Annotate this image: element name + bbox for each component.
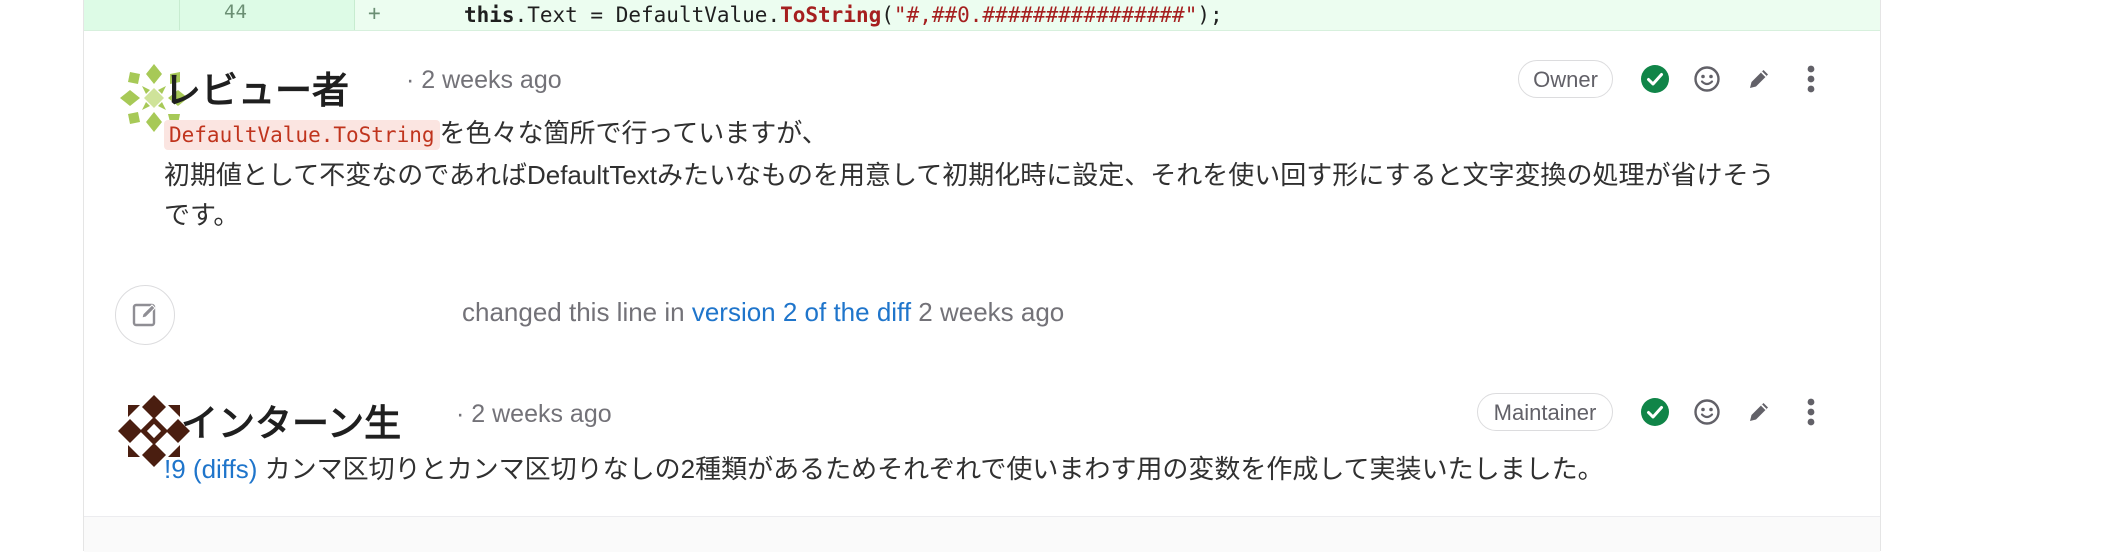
more-actions-button[interactable]: [1795, 396, 1827, 428]
old-line-gutter: [84, 0, 180, 30]
new-line-gutter: [180, 0, 355, 30]
kebab-menu-icon: [1807, 65, 1815, 93]
resolved-check-icon: [1641, 65, 1669, 93]
system-note-prefix: changed this line in: [462, 297, 692, 327]
diff-code: this.Text = DefaultValue.ToString("#,##0…: [464, 0, 1223, 30]
comment-body: !9 (diffs) カンマ区切りとカンマ区切りなしの2種類があるためそれぞれで…: [164, 449, 1864, 489]
system-note-suffix: 2 weeks ago: [911, 297, 1065, 327]
code-string: "#,##0.################": [893, 3, 1198, 27]
edit-comment-button[interactable]: [1743, 396, 1775, 428]
emoji-icon: [1694, 66, 1720, 92]
added-marker: +: [368, 1, 381, 25]
pencil-icon: [1750, 70, 1768, 88]
edit-note-icon: [132, 303, 156, 327]
note-timestamp[interactable]: · 2 weeks ago: [456, 400, 612, 429]
comment-line-3: です。: [164, 200, 240, 230]
discussion-panel: 44 + this.Text = DefaultValue.ToString("…: [83, 0, 1881, 552]
comment-text: を色々な箇所で行っていますが、: [439, 118, 828, 148]
line-number[interactable]: 44: [224, 1, 247, 23]
system-note: changed this line in version 2 of the di…: [462, 297, 1064, 328]
author-name[interactable]: レビュー者: [164, 60, 349, 114]
role-badge: Maintainer: [1477, 393, 1613, 431]
pencil-icon: [1750, 403, 1768, 421]
kebab-menu-icon: [1807, 398, 1815, 426]
edit-comment-button[interactable]: [1743, 63, 1775, 95]
code-function: ToString: [780, 3, 882, 27]
code-member: .Text = DefaultValue.: [514, 3, 781, 27]
note-timestamp[interactable]: · 2 weeks ago: [406, 66, 562, 95]
author-name[interactable]: インターン生: [181, 393, 401, 447]
diff-version-link[interactable]: version 2 of the diff: [692, 297, 911, 327]
resolve-button[interactable]: [1639, 63, 1671, 95]
inline-code: DefaultValue.ToString: [164, 120, 440, 150]
resolved-check-icon: [1641, 398, 1669, 426]
add-reaction-button[interactable]: [1691, 63, 1723, 95]
role-badge: Owner: [1518, 60, 1613, 98]
diff-line: 44 + this.Text = DefaultValue.ToString("…: [84, 0, 1880, 31]
next-note-preview: [84, 516, 1880, 552]
code-paren-close: );: [1197, 3, 1223, 27]
comment-text: カンマ区切りとカンマ区切りなしの2種類があるためそれぞれで使いまわす用の変数を作…: [257, 454, 1604, 484]
comment-line-1: DefaultValue.ToString を色々な箇所で行っていますが、: [164, 113, 1864, 155]
system-note-icon-badge: [115, 285, 175, 345]
add-reaction-button[interactable]: [1691, 396, 1723, 428]
comment-line-2: 初期値として不変なのであればDefaultTextみたいなものを用意して初期化時…: [164, 160, 1775, 190]
comment-body: DefaultValue.ToString を色々な箇所で行っていますが、 初期値…: [164, 113, 1864, 235]
code-paren-open: (: [881, 3, 894, 27]
more-actions-button[interactable]: [1795, 63, 1827, 95]
code-keyword: this: [464, 3, 515, 27]
merge-request-diff-link[interactable]: !9 (diffs): [164, 454, 257, 484]
resolve-button[interactable]: [1639, 396, 1671, 428]
emoji-icon: [1694, 399, 1720, 425]
